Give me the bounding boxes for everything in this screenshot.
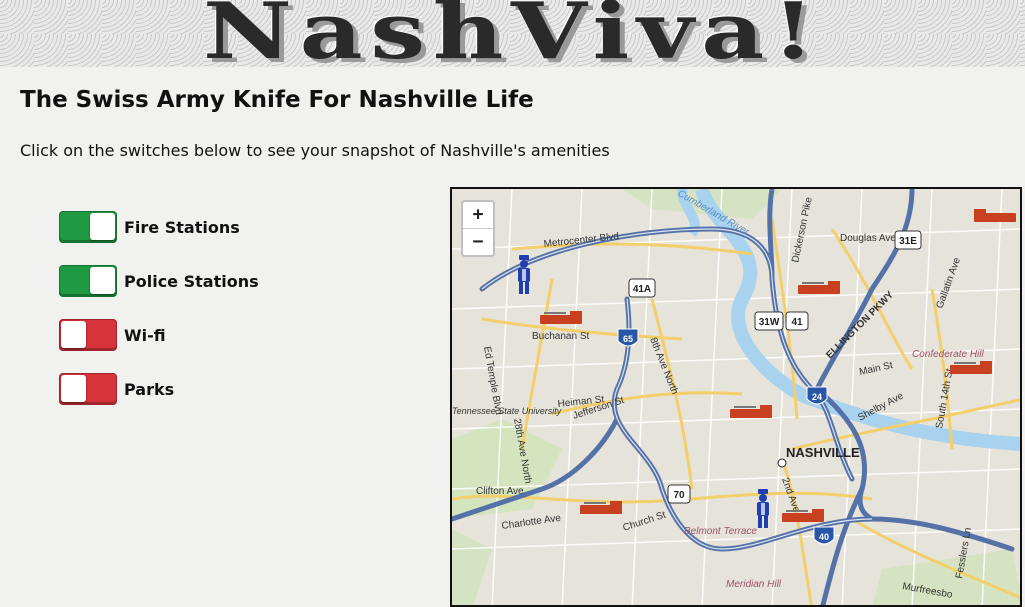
zoom-in-button[interactable]: + (463, 202, 493, 228)
shield-label-41a: 41A (633, 284, 651, 295)
police-stations-switch[interactable] (59, 265, 117, 297)
street-label-buchanan: Buchanan St (532, 331, 589, 342)
route-shield-40: 40 (813, 526, 835, 545)
fire-truck-icon (540, 311, 582, 324)
fire-truck-icon (730, 405, 772, 418)
parks-label: Parks (124, 379, 175, 399)
shield-label-70: 70 (673, 490, 685, 501)
switch-knob (90, 267, 115, 294)
fire-truck-icon (782, 509, 824, 522)
wifi-switch[interactable] (59, 319, 117, 351)
route-shield-31e: 31E (894, 230, 922, 250)
shield-label-31w: 31W (759, 317, 780, 328)
header-banner: NashViva! (0, 0, 1025, 67)
route-shield-24: 24 (806, 386, 828, 405)
page-subtitle: Click on the switches below to see your … (20, 141, 610, 160)
parks-switch[interactable] (59, 373, 117, 405)
route-shield-70: 70 (667, 484, 691, 504)
street-label-clifton: Clifton Ave (476, 486, 524, 497)
switch-knob (61, 321, 86, 348)
shield-label-65: 65 (623, 334, 633, 344)
place-label-tsu: Tennessee State University (452, 406, 562, 416)
fire-truck-icon (950, 361, 992, 374)
amenities-map[interactable]: 41A 31E 31W 41 65 24 70 40 Metrocenter B… (450, 187, 1022, 607)
street-label-douglas: Douglas Ave (840, 233, 896, 244)
toggle-police-stations[interactable]: Police Stations (59, 265, 259, 297)
place-label-confederate-hill: Confederate Hill (912, 349, 984, 360)
route-shield-41: 41 (785, 311, 809, 331)
route-shield-65: 65 (617, 328, 639, 347)
fire-stations-label: Fire Stations (124, 217, 240, 237)
capital-marker-icon (777, 458, 787, 468)
amenity-toggles: Fire Stations Police Stations Wi-fi Park… (59, 211, 259, 427)
shield-label-31e: 31E (899, 236, 917, 247)
fire-stations-switch[interactable] (59, 211, 117, 243)
route-shield-31w: 31W (754, 311, 784, 331)
wifi-label: Wi-fi (124, 325, 166, 345)
police-stations-label: Police Stations (124, 271, 259, 291)
place-label-meridian-hill: Meridian Hill (726, 579, 782, 590)
page-title: The Swiss Army Knife For Nashville Life (20, 87, 534, 113)
fire-truck-icon (798, 281, 840, 294)
site-logo: NashViva! (202, 0, 823, 67)
fire-truck-icon (580, 501, 622, 514)
toggle-parks[interactable]: Parks (59, 373, 259, 405)
switch-knob (61, 375, 86, 402)
city-label: NASHVILLE (786, 445, 860, 460)
switch-knob (90, 213, 115, 240)
route-shield-41a: 41A (628, 278, 656, 298)
place-label-belmont: Belmont Terrace (684, 526, 757, 537)
zoom-out-button[interactable]: − (463, 228, 493, 255)
toggle-wifi[interactable]: Wi-fi (59, 319, 259, 351)
shield-label-40: 40 (819, 532, 829, 542)
zoom-control: + − (461, 200, 495, 257)
toggle-fire-stations[interactable]: Fire Stations (59, 211, 259, 243)
map-tiles[interactable]: 41A 31E 31W 41 65 24 70 40 Metrocenter B… (452, 189, 1022, 607)
shield-label-41: 41 (791, 317, 803, 328)
shield-label-24: 24 (812, 392, 822, 402)
